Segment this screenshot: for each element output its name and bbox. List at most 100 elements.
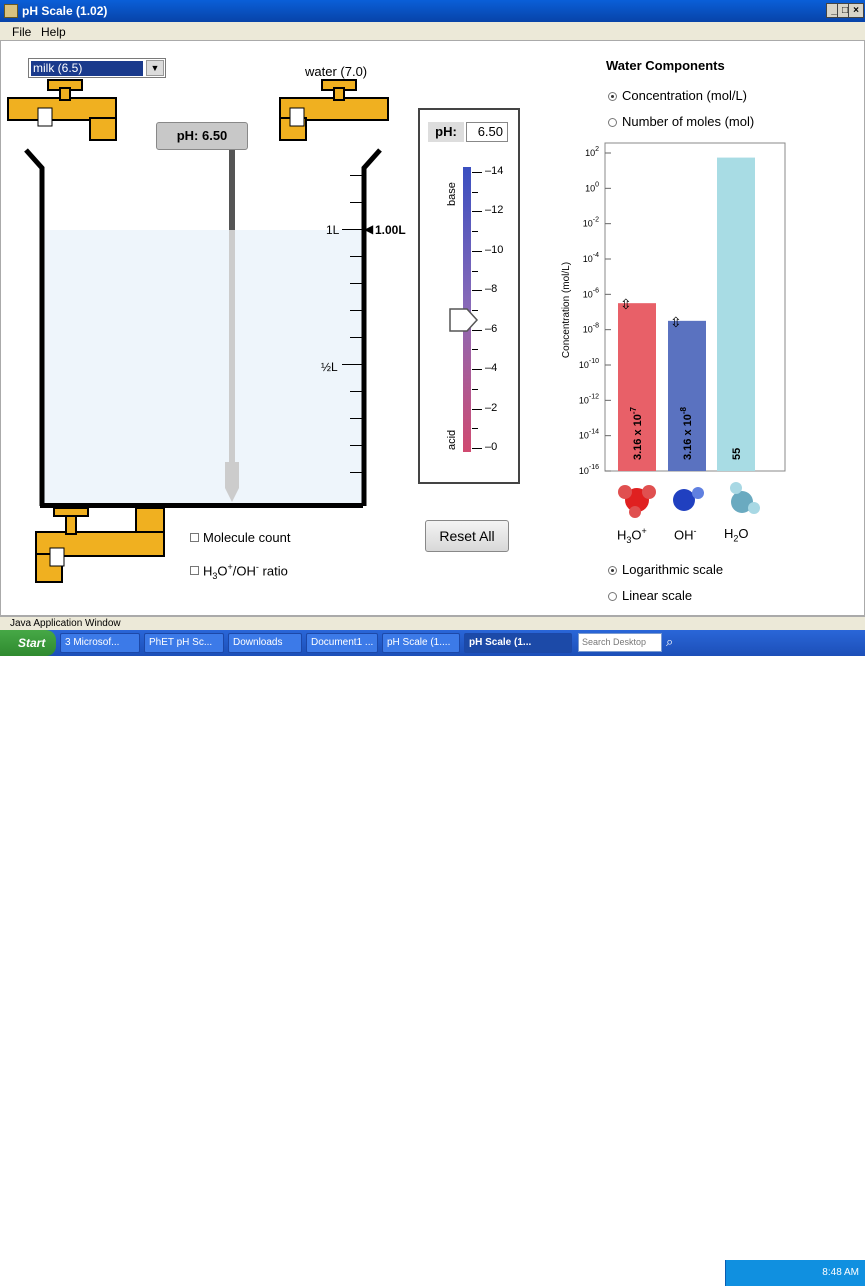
drag-arrow-icon[interactable]: ⇳ [670, 314, 682, 330]
taskbar-item-phscale-active[interactable]: pH Scale (1... [464, 633, 572, 653]
ph-tick [472, 349, 478, 351]
bar-value-label: 3.16 x 10-7 [629, 406, 644, 460]
reset-all-button[interactable]: Reset All [425, 520, 509, 552]
checkbox-box[interactable] [190, 566, 199, 576]
chevron-down-icon[interactable]: ▼ [146, 60, 164, 76]
ph-slider-knob[interactable] [449, 308, 479, 332]
clock: 8:48 AM [822, 1267, 859, 1278]
beaker-tick [350, 256, 362, 257]
chart-y-axis-label: Concentration (mol/L) [561, 262, 572, 358]
ph-tick-label: –6 [485, 322, 498, 335]
beaker-tick [350, 310, 362, 311]
h2o-molecule-icon [730, 482, 760, 514]
one-liter-label: 1L [326, 223, 340, 237]
volume-readout: 1.00L [375, 223, 406, 237]
water-faucet-icon[interactable] [278, 78, 418, 150]
ph-tick [472, 290, 482, 292]
moles-radio-label: Number of moles (mol) [622, 114, 755, 129]
taskbar-item-phscale-1[interactable]: pH Scale (1.... [382, 633, 460, 653]
ph-probe-readout[interactable]: pH: 6.50 [156, 122, 248, 150]
ph-tick-label: –8 [485, 283, 498, 296]
menu-help[interactable]: Help [41, 25, 66, 39]
bar-h2o [717, 157, 755, 472]
acid-label: acid [446, 429, 458, 450]
molecule-count-checkbox[interactable]: Molecule count [190, 530, 290, 545]
ph-tick [472, 270, 478, 272]
solute-faucet-icon[interactable] [0, 78, 140, 150]
ph-tick [472, 369, 482, 371]
ph-tick-label: –12 [485, 204, 504, 217]
ph-probe-tip-icon[interactable] [221, 462, 243, 504]
solute-dropdown[interactable]: milk (6.5) ▼ [28, 58, 166, 78]
beaker-tick [350, 445, 362, 446]
ph-tick [472, 211, 482, 213]
oh-label-sup: - [693, 526, 697, 536]
volume-marker-icon: ◀ [364, 222, 374, 236]
bar-value-label: 3.16 x 10-8 [679, 406, 694, 460]
y-tick-label: 10-12 [579, 393, 599, 405]
oh-label-base: OH [674, 527, 694, 543]
h3o-label-h: H [617, 527, 627, 543]
ph-tick [472, 231, 478, 233]
taskbar-item-phet[interactable]: PhET pH Sc... [144, 633, 224, 653]
ph-tick [472, 428, 478, 430]
taskbar: Start 3 Microsof... PhET pH Sc... Downlo… [0, 630, 865, 1286]
y-tick-label: 102 [585, 146, 599, 158]
ph-value-input[interactable]: 6.50 [466, 122, 508, 142]
radio-selected[interactable] [608, 566, 617, 575]
solute-dropdown-value: milk (6.5) [31, 61, 143, 76]
ph-probe-rod[interactable] [229, 150, 235, 230]
h2o-label-h: H [724, 526, 734, 541]
beaker-tick [350, 472, 362, 473]
search-icon[interactable]: ⌕ [666, 634, 673, 650]
ratio-label-o: O [217, 563, 228, 579]
concentration-radio[interactable]: Concentration (mol/L) [608, 88, 747, 103]
oh-molecule-icon [673, 487, 704, 511]
ph-tick [472, 388, 478, 390]
beaker-tick [350, 418, 362, 419]
log-scale-radio[interactable]: Logarithmic scale [608, 562, 723, 577]
h2o-label: H2O [724, 526, 749, 544]
taskbar-item-document1[interactable]: Document1 ... [306, 633, 378, 653]
menu-file[interactable]: File [12, 25, 31, 39]
beaker-outline [24, 148, 382, 506]
ph-tick-label: –14 [485, 165, 504, 177]
ph-probe-rod-submerged[interactable] [229, 230, 235, 468]
taskbar-item-downloads[interactable]: Downloads [228, 633, 302, 653]
beaker-tick [350, 175, 362, 176]
moles-radio[interactable]: Number of moles (mol) [608, 114, 754, 129]
status-bar: Java Application Window [0, 616, 865, 630]
ratio-label-suffix: ratio [258, 563, 288, 579]
drain-faucet-icon[interactable] [18, 508, 178, 610]
system-tray: 8:48 AM [725, 1260, 865, 1286]
h3o-molecule-icon [618, 485, 656, 518]
y-tick-label: 10-6 [583, 287, 599, 299]
y-tick-label: 10-10 [579, 358, 599, 370]
beaker-tick [350, 391, 362, 392]
ph-tick [472, 408, 482, 410]
ph-tick-label: –0 [485, 441, 498, 453]
drag-arrow-icon[interactable]: ⇳ [620, 296, 632, 312]
linear-scale-label: Linear scale [622, 588, 693, 603]
ph-tick-label: –2 [485, 401, 498, 414]
radio-selected[interactable] [608, 92, 617, 101]
beaker-tick [342, 364, 362, 365]
start-button[interactable]: Start [0, 630, 56, 656]
title-bar: pH Scale (1.02) _ □ × [0, 0, 865, 22]
beaker-tick [342, 229, 362, 230]
radio-unselected[interactable] [608, 592, 617, 601]
molecule-count-label: Molecule count [203, 530, 291, 545]
close-button[interactable]: × [848, 3, 864, 18]
beaker-tick [350, 202, 362, 203]
beaker-tick [350, 283, 362, 284]
taskbar-item-microsoft[interactable]: 3 Microsof... [60, 633, 140, 653]
h3o-label-sup: + [641, 526, 647, 536]
y-tick-label: 10-14 [579, 429, 599, 441]
water-faucet-label: water (7.0) [305, 64, 368, 79]
radio-unselected[interactable] [608, 118, 617, 127]
ratio-checkbox[interactable]: H3O+/OH- ratio [190, 562, 288, 581]
search-desktop-input[interactable]: Search Desktop [578, 633, 662, 652]
linear-scale-radio[interactable]: Linear scale [608, 588, 692, 603]
checkbox-box[interactable] [190, 533, 199, 542]
h3o-label-o: O [631, 527, 642, 543]
